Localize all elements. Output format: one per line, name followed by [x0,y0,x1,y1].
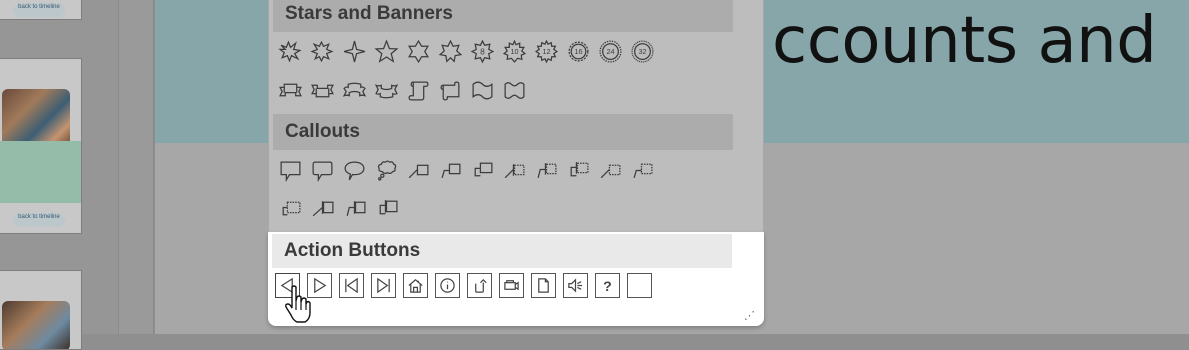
star-6-point-icon[interactable] [405,38,432,65]
line-callout-3-icon[interactable] [469,157,496,184]
pane-divider[interactable] [118,0,154,334]
action-button-end[interactable] [371,273,396,298]
section-header-stars-banners: Stars and Banners [273,0,733,32]
scroll-horizontal-icon[interactable] [437,77,464,104]
video-icon [504,280,519,291]
back-to-timeline-button: back to timeline [12,213,66,227]
forward-icon [314,277,327,294]
scroll-vertical-icon[interactable] [405,77,432,104]
star-10-label: 10 [510,47,518,56]
star-24-point-icon[interactable]: 24 [597,38,624,65]
line-callout-2-no-border-icon[interactable] [629,157,656,184]
star-5-point-icon[interactable] [373,38,400,65]
line-callout-3-no-border-icon[interactable] [277,195,304,222]
action-button-beginning[interactable] [339,273,364,298]
line-callout-1-border-accent-icon[interactable] [309,195,336,222]
ribbon-curved-down-icon[interactable] [373,77,400,104]
resize-grip-icon[interactable]: ⋰ [744,309,756,322]
double-wave-icon[interactable] [501,77,528,104]
line-callout-1-accent-icon[interactable] [501,157,528,184]
action-button-return[interactable] [467,273,492,298]
shapes-gallery: Stars and Banners 8 10 12 16 24 32 Callo… [268,0,764,232]
star-12-label: 12 [542,47,550,56]
explosion-1-icon[interactable] [277,38,304,65]
action-button-document[interactable] [531,273,556,298]
star-4-point-icon[interactable] [341,38,368,65]
slide-thumbnail-pane: back to timeline back to timeline [0,0,118,350]
callouts-row [277,157,656,184]
return-icon [475,278,487,293]
explosion-2-icon[interactable] [309,38,336,65]
information-icon [440,278,455,293]
action-button-blank[interactable] [627,273,652,298]
slide-thumbnail[interactable]: back to timeline [0,0,82,20]
speech-oval-icon[interactable] [341,157,368,184]
line-callout-2-icon[interactable] [437,157,464,184]
star-16-point-icon[interactable]: 16 [565,38,592,65]
svg-text:?: ? [603,279,612,294]
line-callout-1-icon[interactable] [405,157,432,184]
line-callout-2-accent-icon[interactable] [533,157,560,184]
line-callout-1-no-border-icon[interactable] [597,157,624,184]
banners-row [277,77,528,104]
sound-icon [568,278,583,293]
speech-rectangle-icon[interactable] [277,157,304,184]
slide-title[interactable]: ccounts and [772,4,1157,78]
star-16-label: 16 [574,47,582,56]
beginning-icon [345,277,358,294]
slide-thumbnail[interactable] [0,270,82,350]
action-button-home[interactable] [403,273,428,298]
section-header-action-buttons: Action Buttons [272,234,732,268]
line-callout-3-accent-icon[interactable] [565,157,592,184]
slide-thumbnail[interactable]: back to timeline [0,58,82,234]
star-8-point-icon[interactable]: 8 [469,38,496,65]
thought-bubble-icon[interactable] [373,157,400,184]
action-button-video[interactable] [499,273,524,298]
home-icon [408,279,423,293]
end-icon [377,277,390,294]
thumbnail-band [0,141,81,203]
wave-icon[interactable] [469,77,496,104]
action-button-help[interactable]: ? [595,273,620,298]
action-buttons-section: Action Buttons ? ⋰ [268,232,764,326]
star-10-point-icon[interactable]: 10 [501,38,528,65]
star-32-label: 32 [638,47,646,56]
callouts-row [277,195,400,222]
thumbnail-photo [2,89,70,149]
action-button-sound[interactable] [563,273,588,298]
ribbon-tilted-up-icon[interactable] [277,77,304,104]
ribbon-tilted-down-icon[interactable] [309,77,336,104]
action-buttons-row: ? [275,273,652,298]
star-32-point-icon[interactable]: 32 [629,38,656,65]
star-12-point-icon[interactable]: 12 [533,38,560,65]
line-callout-2-border-accent-icon[interactable] [341,195,368,222]
line-callout-3-border-accent-icon[interactable] [373,195,400,222]
section-header-callouts: Callouts [273,114,733,150]
star-8-label: 8 [480,47,485,57]
star-24-label: 24 [606,47,614,56]
document-icon [538,278,549,293]
help-icon: ? [603,279,612,294]
action-button-information[interactable] [435,273,460,298]
ribbon-curved-up-icon[interactable] [341,77,368,104]
hand-cursor-icon [285,285,311,323]
star-7-point-icon[interactable] [437,38,464,65]
stars-row: 8 10 12 16 24 32 [277,38,656,65]
speech-rounded-rectangle-icon[interactable] [309,157,336,184]
back-to-timeline-button: back to timeline [12,3,66,17]
thumbnail-photo [2,301,70,349]
